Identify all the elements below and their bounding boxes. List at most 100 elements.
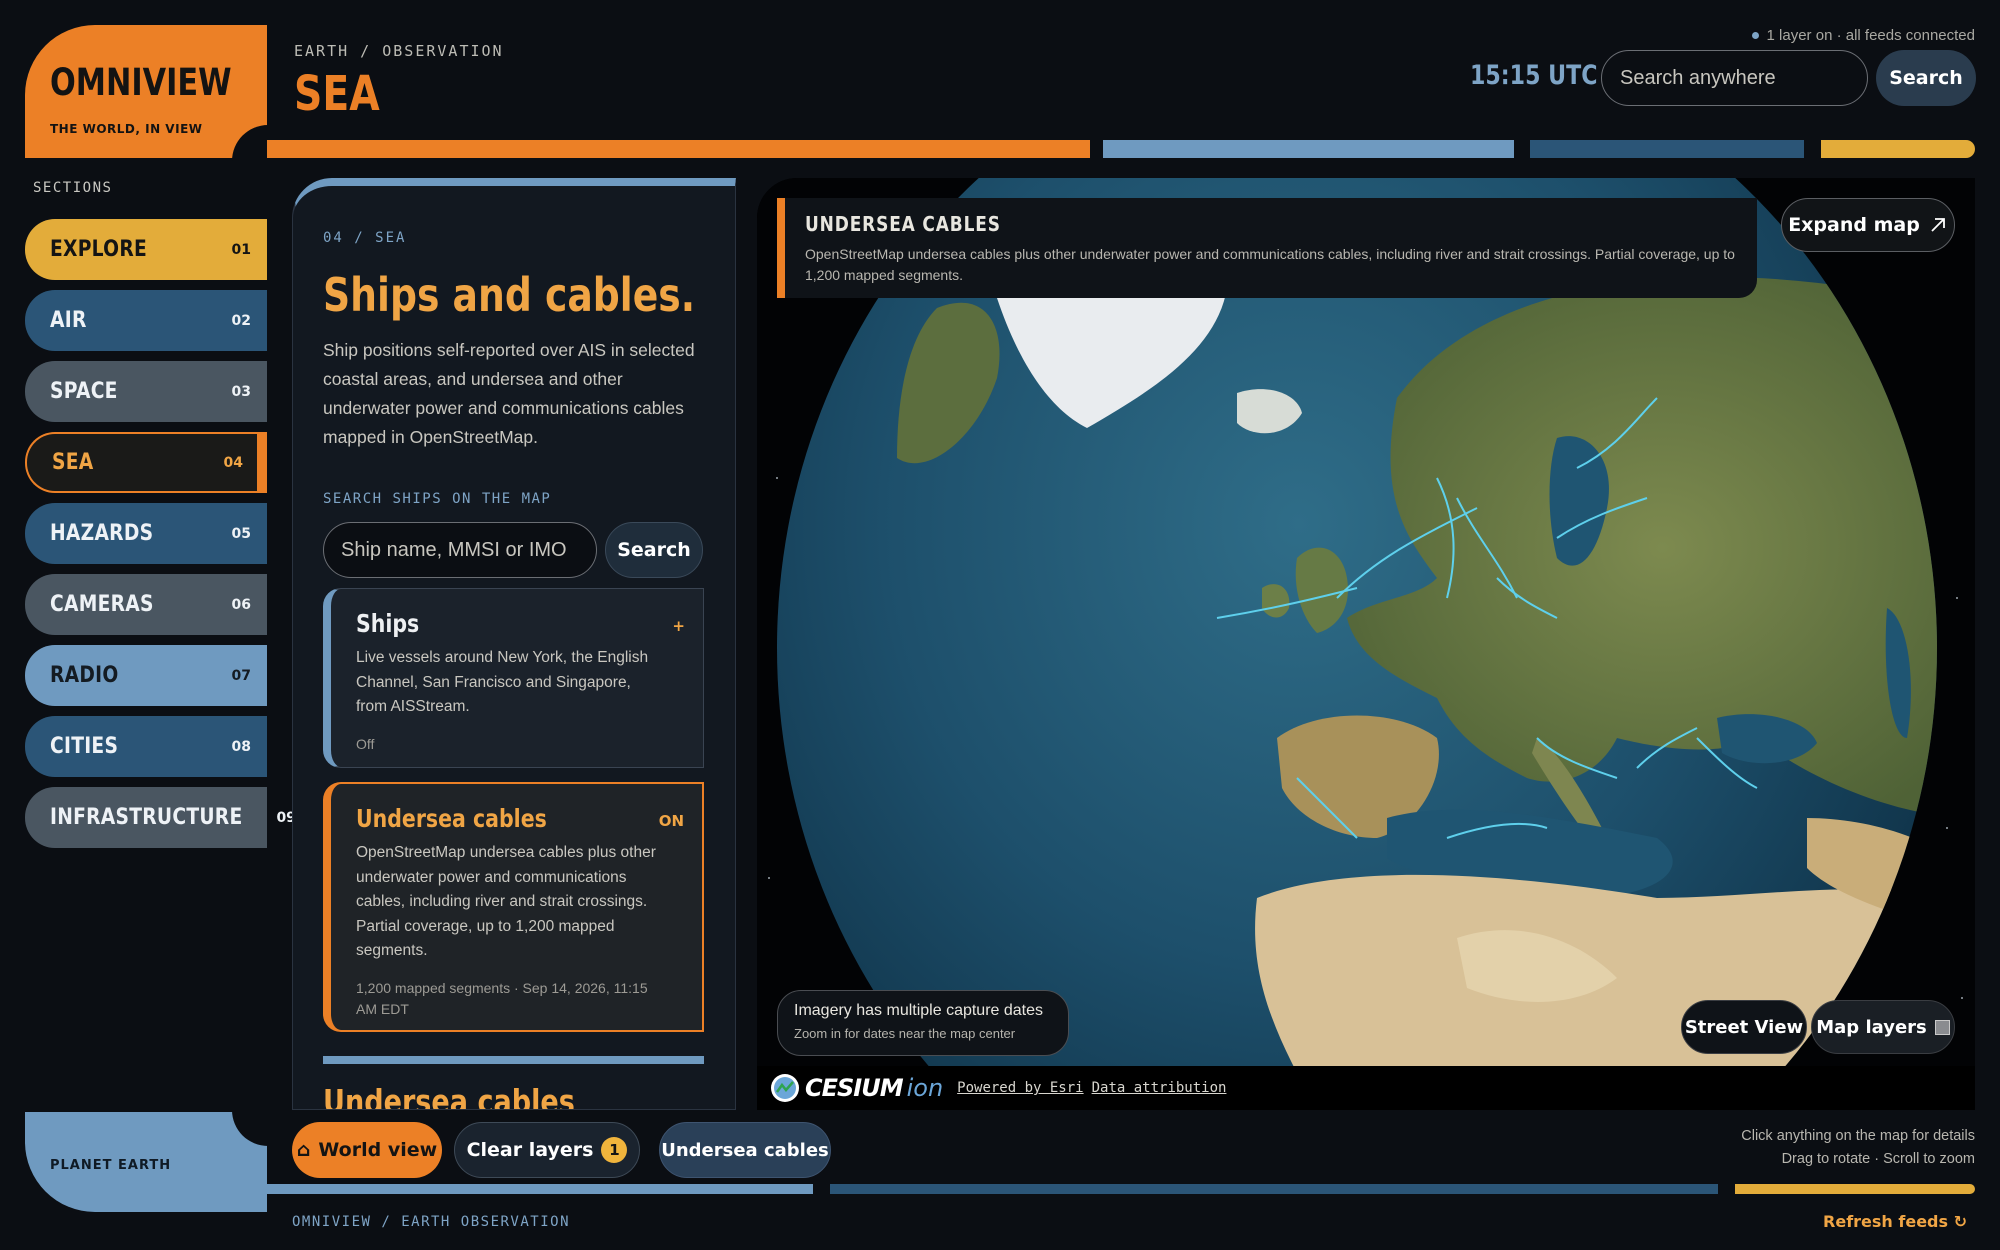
active-indicator bbox=[257, 432, 267, 493]
sidebar-item-hazards[interactable]: HAZARDS 05 bbox=[25, 503, 267, 564]
map-hints: Click anything on the map for details Dr… bbox=[1741, 1125, 1975, 1171]
sidebar-item-sea[interactable]: SEA 04 bbox=[25, 432, 267, 493]
layer-info-banner: UNDERSEA CABLES OpenStreetMap undersea c… bbox=[777, 198, 1757, 298]
active-layer-chip[interactable]: Undersea cables bbox=[659, 1122, 831, 1178]
data-attribution-link[interactable]: Data attribution bbox=[1092, 1080, 1227, 1096]
card-status: Off bbox=[356, 735, 375, 752]
clear-layers-button[interactable]: Clear layers 1 bbox=[454, 1122, 640, 1178]
header-bar-navy bbox=[1530, 140, 1804, 158]
esri-attribution-link[interactable]: Powered by Esri bbox=[957, 1080, 1083, 1096]
sidebar-item-label: HAZARDS bbox=[50, 521, 154, 546]
panel-crumb: 04 / SEA bbox=[323, 230, 407, 246]
ship-search-button[interactable]: Search bbox=[605, 522, 703, 578]
section-heading-partial: Undersea cables bbox=[323, 1082, 575, 1110]
header-bar-blue bbox=[1103, 140, 1514, 158]
sidebar-item-label: RADIO bbox=[50, 663, 119, 688]
world-view-label: World view bbox=[318, 1139, 438, 1161]
sidebar-item-number: 08 bbox=[231, 738, 251, 755]
sidebar-item-number: 03 bbox=[231, 383, 251, 400]
status-indicator: 1 layer on · all feeds connected bbox=[1751, 27, 1975, 44]
map-layers-button[interactable]: Map layers bbox=[1811, 1000, 1955, 1054]
panel-description: Ship positions self-reported over AIS in… bbox=[323, 340, 695, 447]
layer-card-undersea-cables[interactable]: Undersea cables ON OpenStreetMap underse… bbox=[323, 782, 704, 1032]
sections-label: SECTIONS bbox=[33, 180, 113, 196]
sidebar-item-number: 01 bbox=[231, 241, 251, 258]
sidebar-item-radio[interactable]: RADIO 07 bbox=[25, 645, 267, 706]
card-description: OpenStreetMap undersea cables plus other… bbox=[356, 844, 656, 959]
page-title: SEA bbox=[294, 66, 380, 122]
home-icon: ⌂ bbox=[296, 1139, 311, 1161]
sidebar-item-label: EXPLORE bbox=[50, 237, 148, 262]
sidebar-item-label: SPACE bbox=[50, 379, 118, 404]
sidebar-item-label: CAMERAS bbox=[50, 592, 154, 617]
hint-click: Click anything on the map for details bbox=[1741, 1128, 1975, 1144]
sidebar-item-cameras[interactable]: CAMERAS 06 bbox=[25, 574, 267, 635]
global-search-input[interactable] bbox=[1601, 50, 1868, 106]
sidebar-item-cities[interactable]: CITIES 08 bbox=[25, 716, 267, 777]
sidebar-item-number: 02 bbox=[231, 312, 251, 329]
footer-bar-navy bbox=[830, 1184, 1718, 1194]
add-layer-icon[interactable]: + bbox=[672, 617, 685, 635]
clear-layers-label: Clear layers bbox=[466, 1139, 594, 1161]
layer-info-description: OpenStreetMap undersea cables plus other… bbox=[805, 246, 1735, 283]
world-view-button[interactable]: ⌂ World view bbox=[292, 1122, 442, 1178]
ship-search-input[interactable] bbox=[323, 522, 597, 578]
layers-icon bbox=[1934, 1019, 1950, 1035]
global-search-button[interactable]: Search bbox=[1876, 50, 1976, 106]
layer-panel: 04 / SEA Ships and cables. Ship position… bbox=[292, 178, 736, 1110]
sidebar-item-air[interactable]: AIR 02 bbox=[25, 290, 267, 351]
ship-search-label: SEARCH SHIPS ON THE MAP bbox=[323, 491, 552, 507]
layer-info-title: UNDERSEA CABLES bbox=[805, 212, 1001, 236]
header-bar-gold bbox=[1821, 140, 1975, 158]
footer-breadcrumb: OMNIVIEW / EARTH OBSERVATION bbox=[292, 1214, 571, 1230]
app-logo: OMNIVIEW THE WORLD, IN VIEW bbox=[25, 25, 267, 158]
street-view-button[interactable]: Street View bbox=[1681, 1000, 1807, 1054]
imagery-notice-subtitle: Zoom in for dates near the map center bbox=[794, 1026, 1016, 1041]
card-title: Ships bbox=[356, 609, 420, 638]
header-bar-orange bbox=[267, 140, 1090, 158]
logo-subtitle: THE WORLD, IN VIEW bbox=[50, 122, 203, 136]
sidebar-item-number: 06 bbox=[231, 596, 251, 613]
globe-map[interactable]: UNDERSEA CABLES OpenStreetMap undersea c… bbox=[757, 178, 1975, 1110]
sidebar-item-space[interactable]: SPACE 03 bbox=[25, 361, 267, 422]
section-divider bbox=[323, 1056, 704, 1064]
sidebar-item-number: 04 bbox=[223, 454, 243, 471]
status-dot-icon bbox=[1751, 32, 1759, 39]
imagery-notice-title: Imagery has multiple capture dates bbox=[794, 1002, 1044, 1019]
logo-title: OMNIVIEW bbox=[50, 61, 232, 104]
active-layer-count-badge: 1 bbox=[601, 1137, 628, 1163]
sidebar-item-explore[interactable]: EXPLORE 01 bbox=[25, 219, 267, 280]
footer-bar-blue bbox=[267, 1184, 813, 1194]
expand-map-button[interactable]: Expand map bbox=[1781, 198, 1955, 252]
cesium-icon bbox=[771, 1074, 799, 1102]
layer-card-ships[interactable]: Ships + Live vessels around New York, th… bbox=[323, 588, 704, 768]
breadcrumb: EARTH / OBSERVATION bbox=[294, 42, 504, 60]
refresh-feeds-button[interactable]: Refresh feeds ↻ bbox=[1823, 1212, 1967, 1231]
card-description: Live vessels around New York, the Englis… bbox=[356, 649, 649, 715]
utc-clock: 15:15 UTC bbox=[1470, 60, 1598, 91]
planet-footer-label: PLANET EARTH bbox=[50, 1158, 172, 1173]
card-meta: 1,200 mapped segments · Sep 14, 2026, 11… bbox=[356, 979, 648, 1017]
planet-footer: PLANET EARTH bbox=[25, 1112, 267, 1212]
layer-on-badge[interactable]: ON bbox=[659, 812, 684, 830]
sidebar-item-label: AIR bbox=[50, 308, 87, 333]
expand-map-label: Expand map bbox=[1788, 214, 1920, 236]
sidebar-item-label: INFRASTRUCTURE bbox=[50, 805, 243, 830]
sidebar-item-infrastructure[interactable]: INFRASTRUCTURE 09 bbox=[25, 787, 296, 848]
map-attribution: CESIUM ion Powered by Esri Data attribut… bbox=[757, 1066, 1975, 1110]
sidebar-item-number: 07 bbox=[231, 667, 251, 684]
hint-drag: Drag to rotate · Scroll to zoom bbox=[1781, 1151, 1975, 1167]
cesium-ion-logo[interactable]: CESIUM ion bbox=[769, 1072, 949, 1104]
cesium-wordmark: CESIUM bbox=[805, 1074, 904, 1102]
panel-title: Ships and cables. bbox=[323, 268, 696, 322]
card-title: Undersea cables bbox=[356, 804, 547, 833]
map-layers-label: Map layers bbox=[1816, 1016, 1927, 1038]
arrow-up-right-icon bbox=[1931, 218, 1945, 232]
globe-view[interactable] bbox=[757, 178, 1975, 1110]
status-text: 1 layer on · all feeds connected bbox=[1766, 27, 1975, 44]
ion-wordmark: ion bbox=[906, 1074, 944, 1102]
footer-bar-gold bbox=[1735, 1184, 1975, 1194]
imagery-dates-notice[interactable]: Imagery has multiple capture dates Zoom … bbox=[777, 990, 1069, 1056]
sidebar-item-number: 05 bbox=[231, 525, 251, 542]
sidebar-item-label: CITIES bbox=[50, 734, 119, 759]
